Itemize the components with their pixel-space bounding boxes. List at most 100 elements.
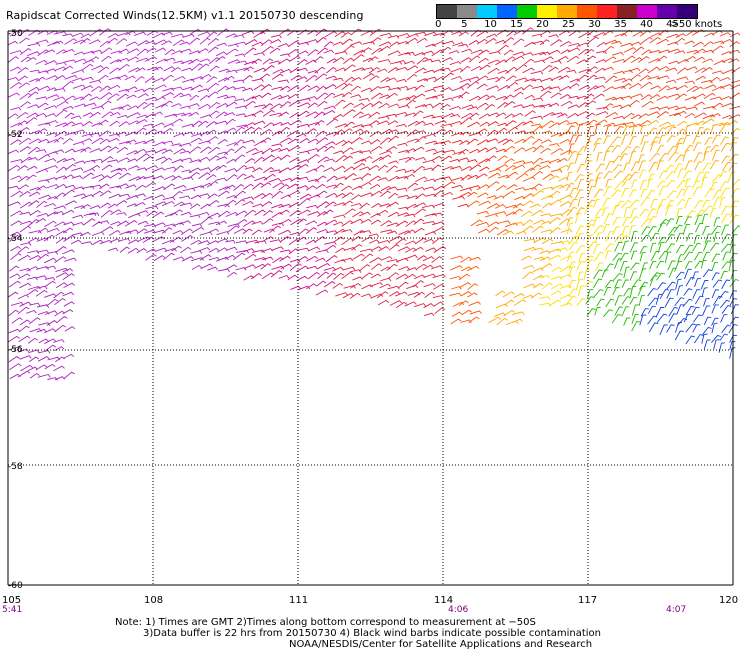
wind-barb [559, 201, 572, 207]
wind-barb [200, 216, 213, 225]
wind-barb [371, 156, 384, 164]
wind-barb [83, 168, 96, 173]
wind-barb [244, 166, 256, 171]
wind-barb [28, 86, 40, 93]
wind-barb [422, 256, 435, 262]
wind-barb [542, 56, 554, 62]
wind-barb [656, 38, 669, 45]
wind-barb [224, 168, 238, 173]
wind-barb [487, 121, 499, 127]
wind-barb [161, 92, 174, 98]
wind-barb [560, 149, 573, 156]
wind-barb [560, 255, 573, 261]
wind-barb [503, 94, 514, 101]
wind-barb [497, 138, 510, 144]
wind-barb [124, 220, 138, 227]
wind-barb [413, 186, 425, 191]
wind-barb [467, 292, 478, 298]
wind-barb [576, 74, 589, 82]
wind-barb [619, 153, 628, 162]
wind-barb [70, 115, 82, 120]
wind-barb [720, 187, 731, 198]
wind-barb [163, 183, 175, 190]
wind-barb [566, 55, 580, 63]
wind-barb [82, 112, 94, 117]
wind-barb [585, 55, 597, 63]
wind-barb [674, 37, 686, 44]
wind-barb [216, 231, 230, 236]
wind-barb [621, 296, 631, 305]
wind-barb [713, 231, 720, 243]
wind-barb [569, 188, 577, 197]
wind-barb [602, 45, 615, 54]
wind-barb [81, 194, 95, 200]
wind-barb [434, 185, 446, 191]
wind-barb [414, 208, 427, 216]
wind-barb [566, 69, 577, 74]
wind-barb [407, 182, 419, 189]
wind-barb [497, 220, 511, 224]
wind-barb [83, 102, 97, 107]
wind-barb [197, 88, 210, 93]
wind-barb [673, 224, 683, 233]
wind-barb [10, 106, 22, 111]
wind-barb [531, 78, 543, 83]
wind-barb [379, 150, 393, 155]
wind-barb [290, 74, 302, 81]
wind-barb [10, 220, 22, 227]
wind-barb [236, 219, 248, 225]
wind-barb [458, 43, 469, 48]
wind-barb [322, 209, 334, 216]
wind-barb [279, 209, 290, 215]
wind-barb [720, 142, 731, 153]
wind-barb [152, 175, 164, 180]
wind-barb [116, 200, 128, 206]
wind-barb [108, 137, 120, 143]
wind-barb [423, 178, 436, 183]
wind-barb [412, 280, 425, 288]
wind-barb [421, 204, 435, 209]
wind-barb [350, 203, 363, 207]
wind-barb [298, 198, 311, 206]
wind-barb [541, 238, 554, 245]
wind-barb [171, 190, 183, 199]
wind-barb [144, 56, 158, 62]
wind-barb [478, 113, 491, 120]
wind-barb [583, 205, 593, 215]
wind-barb [98, 130, 111, 137]
wind-barb [37, 49, 50, 57]
wind-barb [585, 160, 593, 171]
wind-barb [314, 164, 325, 171]
wind-barb [658, 65, 670, 71]
wind-barb [89, 39, 101, 45]
wind-barb [263, 167, 275, 174]
wind-barb [198, 211, 210, 216]
wind-barb [206, 180, 219, 188]
wind-barb [612, 216, 621, 226]
wind-barb [548, 254, 562, 261]
wind-barb [217, 210, 231, 218]
wind-barb [413, 130, 426, 135]
wind-barb [209, 165, 222, 173]
wind-barb [685, 335, 695, 345]
wind-barb [334, 82, 348, 90]
wind-barb [190, 203, 201, 210]
wind-barb [232, 79, 245, 84]
lon-label: 108 [144, 595, 163, 606]
wind-barb [369, 239, 380, 244]
wind-barb [64, 112, 75, 119]
wind-barb [64, 257, 77, 262]
wind-barb [395, 168, 407, 173]
wind-barb [530, 170, 543, 179]
wind-barb [701, 205, 713, 215]
wind-barb [233, 34, 245, 39]
wind-barb [370, 92, 383, 100]
wind-barb [325, 255, 338, 263]
wind-barb [628, 225, 636, 235]
wind-barb [35, 59, 48, 65]
wind-barb [263, 65, 275, 72]
wind-barb [486, 33, 498, 39]
wind-barb [235, 60, 248, 65]
wind-barb [200, 263, 213, 270]
wind-barb [343, 109, 356, 117]
